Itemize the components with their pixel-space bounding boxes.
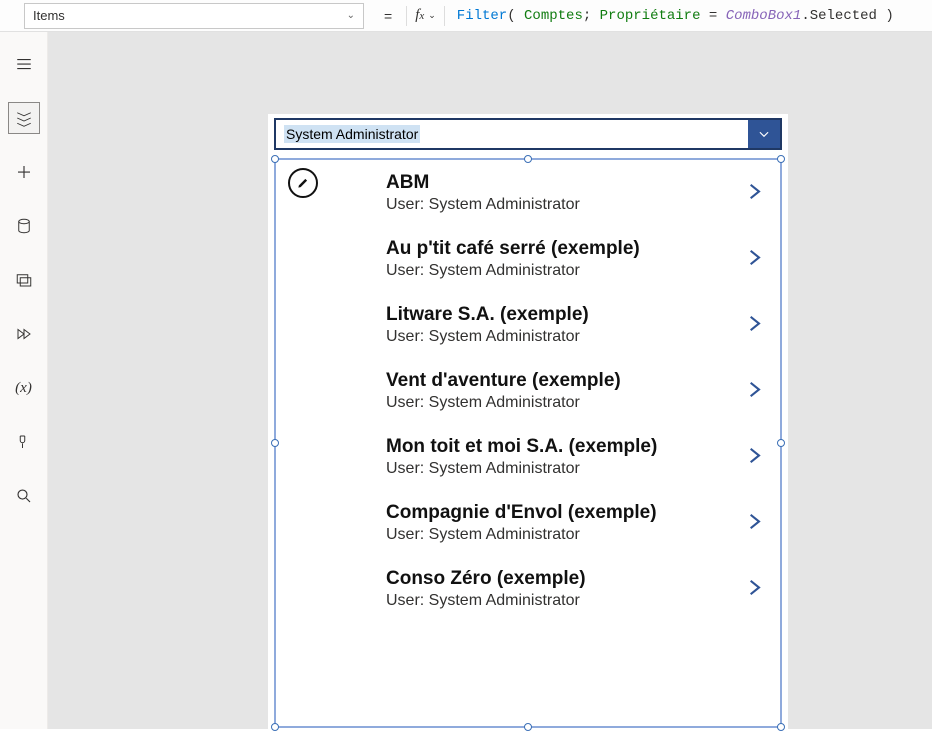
item-title: Mon toit et moi S.A. (exemple) — [386, 436, 738, 458]
list-item[interactable]: Compagnie d'Envol (exemple) User: System … — [276, 490, 780, 556]
property-selector[interactable]: Items ⌄ — [24, 3, 364, 29]
list-item[interactable]: Vent d'aventure (exemple) User: System Ad… — [276, 358, 780, 424]
item-subtitle: User: System Administrator — [386, 526, 738, 544]
chevron-right-icon[interactable] — [744, 508, 764, 539]
chevron-right-icon[interactable] — [744, 244, 764, 275]
resize-handle[interactable] — [271, 723, 279, 731]
divider — [444, 6, 445, 26]
hamburger-icon[interactable] — [8, 48, 40, 80]
equals-label: = — [376, 8, 400, 24]
property-selector-value: Items — [33, 8, 65, 23]
item-title: ABM — [386, 172, 738, 194]
list-item[interactable]: ABM User: System Administrator — [276, 160, 780, 226]
list-item[interactable]: Conso Zéro (exemple) User: System Adminis… — [276, 556, 780, 622]
formula-input[interactable]: Filter( Comptes; Propriétaire = ComboBox… — [451, 0, 932, 31]
item-subtitle: User: System Administrator — [386, 394, 738, 412]
resize-handle[interactable] — [271, 155, 279, 163]
resize-handle[interactable] — [524, 723, 532, 731]
item-subtitle: User: System Administrator — [386, 592, 738, 610]
gallery-scroll[interactable]: ABMUser: System AdministratorAu p'tit ca… — [276, 160, 780, 726]
chevron-down-icon: ⌄ — [428, 10, 436, 21]
list-item[interactable]: Mon toit et moi S.A. (exemple) User: Syst… — [276, 424, 780, 490]
left-rail-container: (x) — [0, 32, 48, 729]
resize-handle[interactable] — [777, 439, 785, 447]
plus-icon[interactable] — [8, 156, 40, 188]
chevron-right-icon[interactable] — [744, 376, 764, 407]
resize-handle[interactable] — [777, 155, 785, 163]
item-title: Au p'tit café serré (exemple) — [386, 238, 738, 260]
chevron-right-icon[interactable] — [744, 442, 764, 473]
resize-handle[interactable] — [271, 439, 279, 447]
flows-icon[interactable] — [8, 318, 40, 350]
chevron-right-icon[interactable] — [744, 574, 764, 605]
gallery[interactable]: ABMUser: System AdministratorAu p'tit ca… — [274, 158, 782, 728]
chevron-right-icon[interactable] — [744, 310, 764, 341]
resize-handle[interactable] — [777, 723, 785, 731]
tools-icon[interactable] — [8, 426, 40, 458]
left-rail: (x) — [0, 32, 48, 729]
item-title: Litware S.A. (exemple) — [386, 304, 738, 326]
tree-view-icon[interactable] — [8, 102, 40, 134]
item-subtitle: User: System Administrator — [386, 262, 738, 280]
divider — [406, 6, 407, 26]
item-title: Vent d'aventure (exemple) — [386, 370, 738, 392]
list-item[interactable]: Litware S.A. (exemple) User: System Admin… — [276, 292, 780, 358]
chevron-right-icon[interactable] — [744, 178, 764, 209]
combobox[interactable]: System Administrator — [274, 118, 782, 150]
screen-preview[interactable]: System Administrator ABM User: System Adm… — [268, 114, 788, 734]
combobox-selected-text: System Administrator — [276, 126, 748, 142]
chevron-down-icon — [757, 127, 771, 141]
combobox-toggle[interactable] — [748, 120, 780, 148]
data-icon[interactable] — [8, 210, 40, 242]
formula-bar: Items ⌄ = fx⌄ Filter( Comptes; Propriéta… — [0, 0, 932, 32]
search-icon[interactable] — [8, 480, 40, 512]
list-item[interactable]: Au p'tit café serré (exemple) User: Syste… — [276, 226, 780, 292]
item-subtitle: User: System Administrator — [386, 460, 738, 478]
edit-icon[interactable] — [288, 168, 318, 198]
canvas[interactable]: System Administrator ABM User: System Adm… — [48, 32, 932, 729]
chevron-down-icon: ⌄ — [347, 10, 355, 21]
item-subtitle: User: System Administrator — [386, 328, 738, 346]
item-title: Conso Zéro (exemple) — [386, 568, 738, 590]
item-subtitle: User: System Administrator — [386, 196, 738, 214]
item-title: Compagnie d'Envol (exemple) — [386, 502, 738, 524]
fx-label[interactable]: fx⌄ — [413, 7, 438, 24]
variables-icon[interactable]: (x) — [8, 372, 40, 404]
resize-handle[interactable] — [524, 155, 532, 163]
media-icon[interactable] — [8, 264, 40, 296]
